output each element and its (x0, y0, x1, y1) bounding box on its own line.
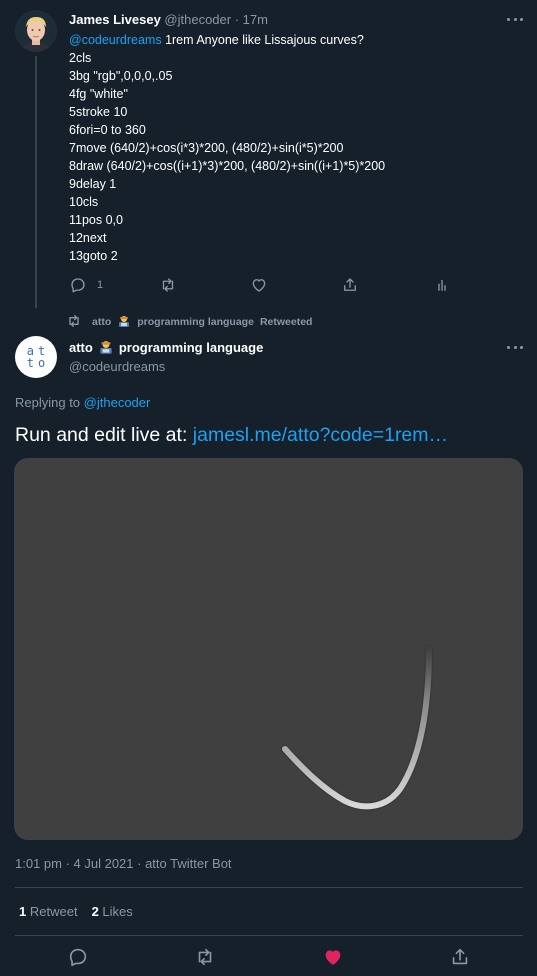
media-video[interactable] (14, 458, 523, 840)
retweet-icon (66, 313, 82, 332)
reply-button[interactable]: 1 (69, 276, 103, 294)
tweet-text: Run and edit live at: jamesl.me/atto?cod… (15, 422, 525, 448)
retweeted-indicator[interactable]: atto programming language Retweeted (66, 314, 312, 330)
author-name-prefix: atto (69, 340, 93, 355)
technologist-emoji (117, 315, 131, 329)
code-line: 7move (640/2)+cos(i*3)*200, (480/2)+sin(… (69, 141, 344, 155)
avatar-james-livesey[interactable] (15, 10, 57, 52)
lissajous-curve-frame (280, 644, 434, 811)
replying-to: Replying to @jthecoder (15, 395, 150, 411)
more-icon[interactable] (504, 339, 526, 355)
code-line: 12next (69, 231, 107, 245)
code-line: 5stroke 10 (69, 105, 128, 119)
action-bar: 1 (69, 276, 469, 294)
more-icon[interactable] (504, 11, 526, 27)
retweet-button[interactable] (194, 946, 216, 968)
share-icon (341, 276, 359, 294)
tweet-text: 1rem Anyone like Lissajous curves? (161, 33, 364, 47)
tweet-header: James Livesey @jthecoder · 17m (69, 12, 268, 28)
likes-stat[interactable]: 2 Likes (92, 904, 133, 920)
divider (15, 935, 523, 936)
divider (15, 887, 523, 888)
tweet-meta[interactable]: 1:01 pm · 4 Jul 2021 · atto Twitter Bot (15, 856, 232, 872)
reply-count: 1 (97, 279, 104, 291)
tweet-body: @codeurdreams 1rem Anyone like Lissajous… (69, 31, 519, 265)
engagement-stats: 1 Retweet 2 Likes (19, 904, 133, 920)
retweet-button[interactable] (159, 276, 177, 294)
code-line: 3bg "rgb",0,0,0,.05 (69, 69, 173, 83)
likes-label: Likes (102, 904, 133, 919)
retweet-icon (159, 276, 177, 294)
likes-count: 2 (91, 904, 99, 919)
avatar-atto[interactable]: at to (15, 336, 57, 378)
share-button[interactable] (449, 946, 471, 968)
main-action-bar (0, 946, 537, 968)
tweet-time[interactable]: · 17m (235, 12, 268, 27)
like-button[interactable] (322, 946, 344, 968)
reply-icon (69, 276, 87, 294)
tweet-first-line: @codeurdreams 1rem Anyone like Lissajous… (69, 31, 519, 49)
reply-icon (69, 948, 87, 967)
reply-button[interactable] (67, 946, 89, 968)
code-line: 6fori=0 to 360 (69, 123, 146, 137)
like-icon (250, 276, 268, 294)
analytics-icon (433, 276, 451, 294)
tweet-link[interactable]: jamesl.me/atto?code=1rem… (193, 424, 448, 446)
tweet-text-prefix: Run and edit live at: (15, 424, 193, 446)
retweeter-name-prefix: atto (92, 316, 112, 328)
code-line: 8draw (640/2)+cos((i+1)*3)*200, (480/2)+… (69, 159, 386, 173)
like-icon (325, 950, 341, 965)
author-handle[interactable]: @jthecoder (164, 12, 231, 27)
code-line: 10cls (69, 195, 99, 209)
author-name[interactable]: atto programming language (69, 340, 263, 356)
author-handle[interactable]: @codeurdreams (69, 359, 165, 375)
retweet-icon (198, 948, 212, 966)
author-name-suffix: programming language (118, 340, 264, 355)
replying-handle-link[interactable]: @jthecoder (84, 395, 151, 410)
retweeted-label: Retweeted (259, 316, 313, 328)
retweets-label: Retweet (29, 904, 78, 919)
parent-tweet[interactable]: James Livesey @jthecoder · 17m @codeurdr… (0, 0, 537, 308)
share-icon (452, 948, 468, 965)
technologist-emoji (98, 340, 114, 356)
replying-prefix: Replying to (15, 395, 84, 410)
retweeter-name-suffix: programming language (137, 316, 254, 328)
retweets-stat[interactable]: 1 Retweet (19, 904, 78, 920)
code-line: 2cls (69, 51, 92, 65)
retweets-count: 1 (19, 904, 27, 919)
mention-link[interactable]: @codeurdreams (69, 33, 162, 47)
avatar-text-line2: to (26, 356, 50, 370)
code-line: 9delay 1 (69, 177, 117, 191)
share-button[interactable] (341, 276, 359, 294)
thread-line (35, 56, 37, 308)
like-button[interactable] (250, 276, 268, 294)
author-name[interactable]: James Livesey (69, 12, 161, 27)
analytics-button[interactable] (433, 276, 451, 294)
code-line: 13goto 2 (69, 249, 118, 263)
code-line: 11pos 0,0 (69, 213, 123, 227)
code-line: 4fg "white" (69, 87, 128, 101)
